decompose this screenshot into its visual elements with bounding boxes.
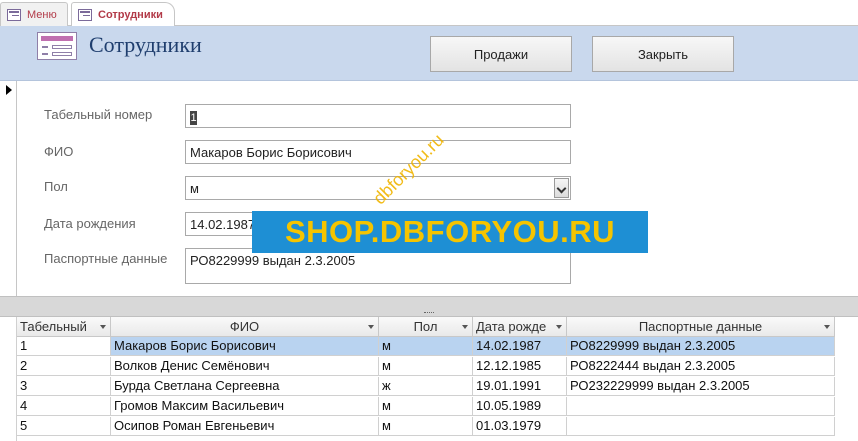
chevron-down-icon[interactable] — [554, 178, 569, 198]
document-tab-strip: Меню Сотрудники — [0, 0, 858, 27]
current-record-arrow-icon — [6, 85, 12, 95]
sort-filter-dropdown-icon[interactable] — [556, 325, 562, 329]
table-cell[interactable]: 10.05.1989 — [473, 397, 567, 416]
table-cell[interactable]: Осипов Роман Евгеньевич — [111, 417, 379, 436]
gender-value: м — [190, 181, 199, 196]
column-header-passport[interactable]: Паспортные данные — [567, 317, 835, 337]
form-icon — [37, 32, 77, 60]
table-cell[interactable]: 19.01.1991 — [473, 377, 567, 396]
sort-filter-dropdown-icon[interactable] — [100, 325, 106, 329]
table-cell[interactable]: м — [379, 357, 473, 376]
column-header-gender[interactable]: Пол — [379, 317, 473, 337]
detail-section: Табельный номер 1 ФИО Макаров Борис Бори… — [0, 81, 858, 296]
table-cell[interactable]: Волков Денис Семёнович — [111, 357, 379, 376]
table-cell[interactable]: м — [379, 417, 473, 436]
column-header-label: Паспортные данные — [638, 319, 763, 334]
split-form-splitter[interactable] — [0, 296, 858, 317]
table-cell[interactable]: ж — [379, 377, 473, 396]
watermark-banner: SHOP.DBFORYOU.RU — [252, 211, 648, 253]
column-header-birthdate[interactable]: Дата рожде — [473, 317, 567, 337]
form-icon — [78, 8, 92, 21]
table-cell[interactable]: 1 — [17, 337, 111, 356]
sort-filter-dropdown-icon[interactable] — [368, 325, 374, 329]
table-cell[interactable]: РО8229999 выдан 2.3.2005 — [567, 337, 835, 356]
table-cell[interactable]: м — [379, 397, 473, 416]
tab-menu-label: Меню — [27, 8, 57, 21]
record-selector[interactable] — [0, 81, 17, 296]
form-header: Сотрудники Продажи Закрыть — [0, 26, 858, 81]
splitter-grip-icon[interactable] — [424, 312, 434, 314]
row-selector-column[interactable] — [0, 317, 17, 441]
fio-field[interactable]: Макаров Борис Борисович — [185, 140, 571, 164]
tab-employees-label: Сотрудники — [98, 8, 163, 21]
table-cell[interactable]: 01.03.1979 — [473, 417, 567, 436]
sort-filter-dropdown-icon[interactable] — [462, 325, 468, 329]
table-cell[interactable]: РО232229999 выдан 2.3.2005 — [567, 377, 835, 396]
table-cell[interactable]: 14.02.1987 — [473, 337, 567, 356]
table-cell[interactable]: 12.12.1985 — [473, 357, 567, 376]
table-cell[interactable]: 3 — [17, 377, 111, 396]
table-cell[interactable] — [567, 397, 835, 416]
column-header-label: Табельный — [20, 319, 87, 334]
gender-label: Пол — [44, 179, 68, 194]
form-icon — [7, 8, 21, 21]
tab-menu[interactable]: Меню — [0, 2, 68, 26]
birthdate-label: Дата рождения — [44, 216, 136, 231]
table-cell[interactable]: 5 — [17, 417, 111, 436]
tabnum-value: 1 — [190, 111, 197, 125]
column-header-label: Дата рожде — [476, 319, 547, 334]
tabnum-field[interactable]: 1 — [185, 104, 571, 128]
table-cell[interactable]: 2 — [17, 357, 111, 376]
table-cell[interactable] — [567, 417, 835, 436]
passport-label: Паспортные данные — [44, 251, 168, 266]
close-button[interactable]: Закрыть — [592, 36, 734, 72]
column-header-label: ФИО — [229, 319, 260, 334]
table-cell[interactable]: Макаров Борис Борисович — [111, 337, 379, 356]
column-header-fio[interactable]: ФИО — [111, 317, 379, 337]
datasheet: Табельный ФИО Пол Дата рожде Паспортные данн… — [0, 317, 858, 441]
tabnum-label: Табельный номер — [44, 107, 153, 122]
fio-label: ФИО — [44, 144, 74, 159]
birthdate-field[interactable]: 14.02.1987 — [185, 212, 257, 236]
table-cell[interactable]: 4 — [17, 397, 111, 416]
tab-employees[interactable]: Сотрудники — [71, 2, 175, 27]
sort-filter-dropdown-icon[interactable] — [824, 325, 830, 329]
passport-field[interactable]: РО8229999 выдан 2.3.2005 — [185, 248, 571, 284]
column-header-tabnum[interactable]: Табельный — [17, 317, 111, 337]
table-cell[interactable]: Бурда Светлана Сергеевна — [111, 377, 379, 396]
table-cell[interactable]: Громов Максим Васильевич — [111, 397, 379, 416]
table-cell[interactable]: РО8222444 выдан 2.3.2005 — [567, 357, 835, 376]
column-header-label: Пол — [413, 319, 438, 334]
page-title: Сотрудники — [89, 32, 202, 57]
sales-button[interactable]: Продажи — [430, 36, 572, 72]
table-cell[interactable]: м — [379, 337, 473, 356]
